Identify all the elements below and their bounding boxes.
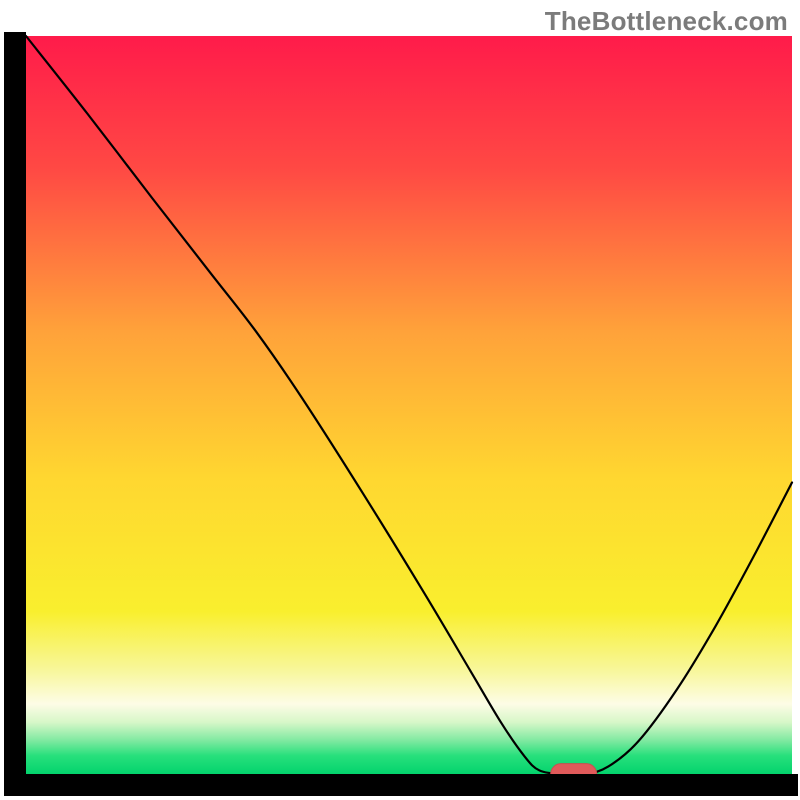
y-axis [4,32,26,796]
bottleneck-chart [0,0,800,800]
x-axis [4,774,798,796]
gradient-background [26,36,792,774]
chart-stage: TheBottleneck.com [0,0,800,800]
